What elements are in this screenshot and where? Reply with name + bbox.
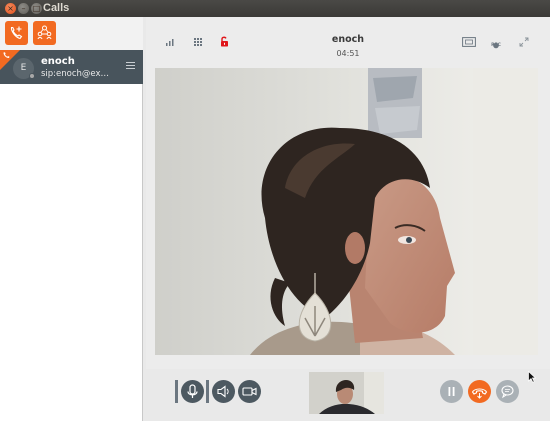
window-minimize-button[interactable]: – (18, 3, 29, 14)
sidebar-toolbar (0, 17, 143, 50)
title-bar: × – □ Calls (0, 0, 550, 17)
local-video-image (309, 372, 384, 414)
add-call-icon (10, 26, 23, 40)
mic-level-right (206, 380, 209, 403)
video-camera-icon (242, 387, 257, 396)
conference-icon (37, 25, 52, 40)
maximize-icon: □ (32, 4, 41, 13)
window-title: Calls (43, 2, 70, 14)
hang-up-button[interactable] (468, 380, 491, 403)
conference-button[interactable] (33, 21, 56, 45)
local-video-preview[interactable] (309, 372, 384, 414)
remote-video-image (155, 68, 538, 355)
hang-up-icon (471, 388, 488, 399)
mouse-cursor-icon (528, 371, 536, 383)
call-controls-bar (146, 369, 550, 421)
microphone-icon (187, 384, 198, 398)
presence-indicator (29, 73, 35, 79)
window-close-button[interactable]: × (5, 3, 16, 14)
record-button[interactable]: REC (489, 35, 503, 49)
sidebar: E enoch sip:enoch@example.com (0, 17, 143, 421)
call-duration: 04:51 (336, 49, 360, 58)
outgoing-call-icon (3, 52, 10, 58)
minimize-icon: – (21, 4, 26, 13)
contact-name: enoch (41, 56, 75, 67)
pause-button[interactable] (440, 380, 463, 403)
contact-sip-address: sip:enoch@example.com (41, 69, 113, 79)
mic-level-left (175, 380, 178, 403)
speaker-button[interactable] (212, 380, 235, 403)
close-icon: × (7, 4, 14, 13)
calls-window: × – □ Calls E enoch sip:enoch@exa enoch … (0, 0, 550, 421)
camera-button[interactable] (238, 380, 261, 403)
pause-icon (448, 387, 455, 396)
contact-list-item[interactable]: E enoch sip:enoch@example.com (0, 50, 143, 84)
record-label: REC (491, 43, 501, 48)
remote-video-stream (155, 68, 538, 355)
microphone-button[interactable] (181, 380, 204, 403)
speaker-icon (217, 385, 229, 398)
new-call-button[interactable] (5, 21, 28, 45)
fullscreen-icon[interactable] (519, 37, 529, 47)
chat-button[interactable] (496, 380, 519, 403)
window-maximize-button[interactable]: □ (31, 3, 42, 14)
screenshot-icon[interactable] (462, 37, 476, 47)
chat-bubble-icon (501, 385, 514, 399)
call-panel: enoch 04:51 REC (146, 17, 550, 421)
menu-icon[interactable] (126, 62, 135, 71)
